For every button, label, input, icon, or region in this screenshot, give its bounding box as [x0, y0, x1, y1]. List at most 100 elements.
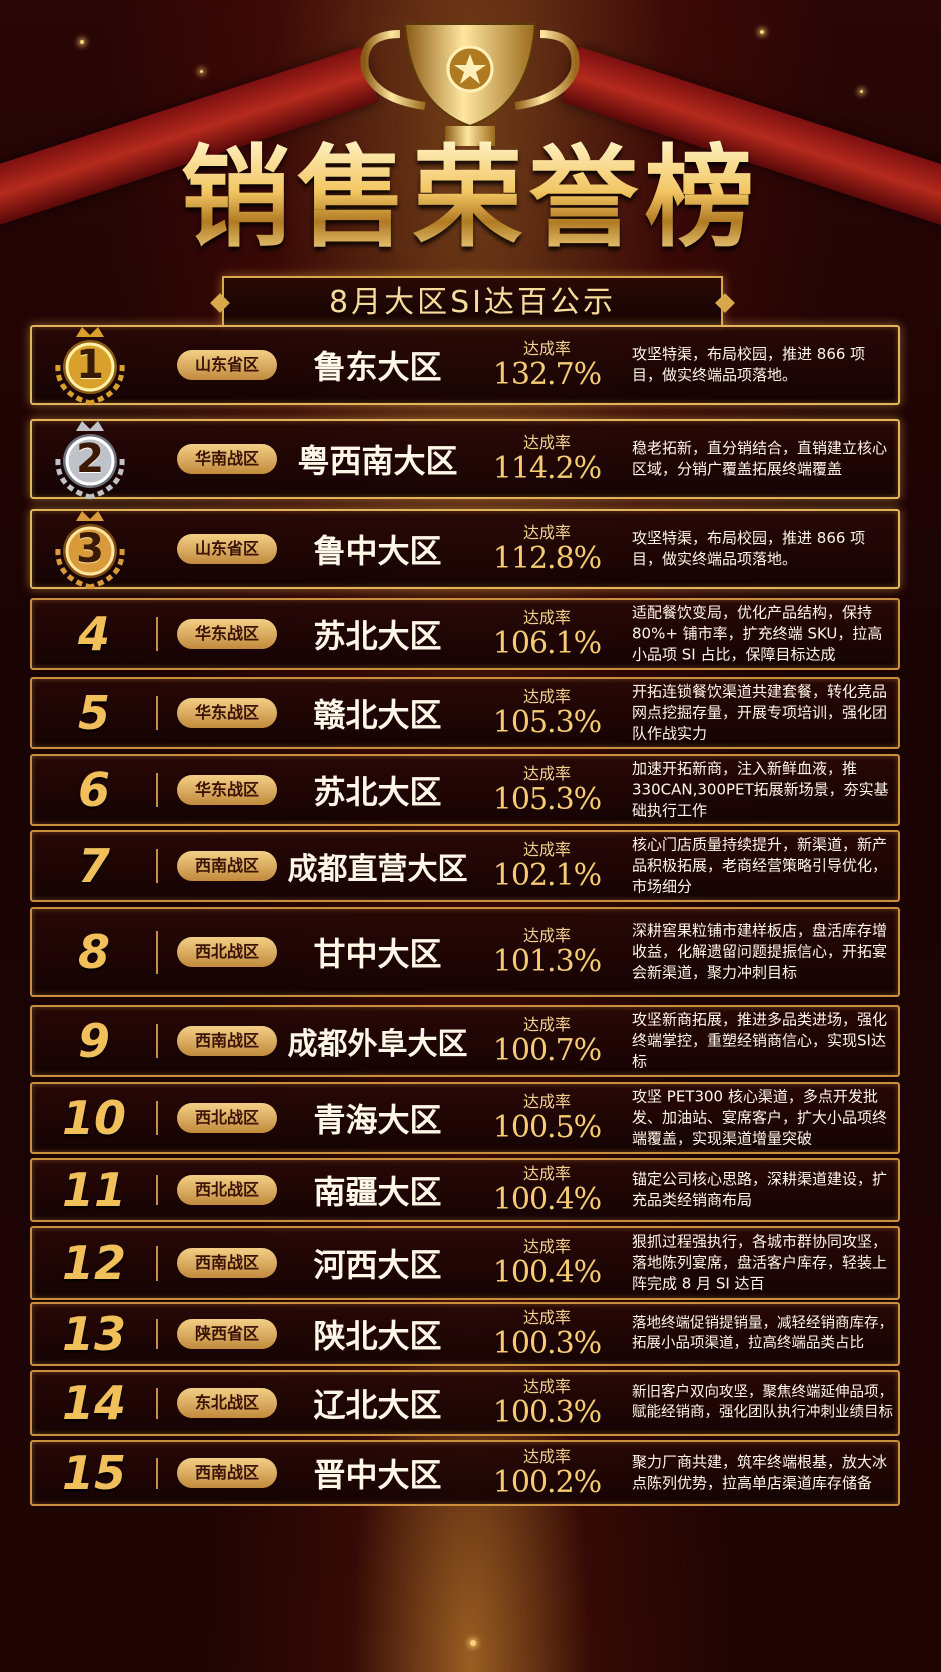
region-name: 鲁中大区 — [313, 532, 442, 570]
rate-label: 达成率 — [522, 339, 571, 358]
rate-label: 达成率 — [522, 1237, 571, 1256]
sparkle-decoration — [80, 40, 84, 44]
sparkle-decoration — [200, 70, 203, 73]
achievement-rate: 114.2% — [492, 451, 602, 486]
rate-label: 达成率 — [522, 840, 571, 859]
ranking-row: 10 西北战区 青海大区 达成率 100.5% 攻坚 PET300 核心渠道，多… — [30, 1082, 900, 1154]
region-name: 南疆大区 — [313, 1173, 442, 1211]
district-tag: 华东战区 — [177, 775, 277, 805]
district-tag: 西北战区 — [177, 1103, 277, 1133]
ranking-row: 6 华东战区 苏北大区 达成率 105.3% 加速开拓新商，注入新鲜血液，推33… — [30, 754, 900, 826]
row-description: 聚力厂商共建，筑牢终端根基，放大冰点陈列优势，拉高单店渠道库存储备 — [632, 1453, 888, 1492]
achievement-rate: 105.3% — [492, 782, 602, 817]
achievement-rate: 100.3% — [492, 1395, 602, 1430]
rank-number: 6 — [77, 763, 110, 817]
achievement-rate: 100.5% — [492, 1110, 602, 1145]
rank-divider — [156, 773, 158, 807]
honor-board-page: 销售荣誉榜 8月大区SI达百公示 1 山东省区 鲁东大区 达成率 132.7% … — [0, 0, 941, 1672]
row-description: 稳老拓新，直分销结合，直销建立核心区域，分销广覆盖拓展终端覆盖 — [632, 439, 888, 478]
page-subtitle: 8月大区SI达百公示 — [329, 285, 616, 320]
rank-divider — [156, 696, 158, 730]
achievement-rate: 100.2% — [492, 1465, 602, 1500]
region-name: 苏北大区 — [313, 617, 442, 655]
rank-number: 3 — [76, 526, 104, 572]
district-tag: 山东省区 — [177, 350, 277, 380]
row-description: 核心门店质量持续提升，新渠道，新产品积极拓展，老商经营策略引导优化，市场细分 — [632, 835, 888, 896]
ranking-row: 14 东北战区 辽北大区 达成率 100.3% 新旧客户双向攻坚，聚焦终端延伸品… — [30, 1370, 900, 1436]
region-name: 甘中大区 — [313, 935, 442, 973]
row-description: 落地终端促销提销量，减轻经销商库存，拓展小品项渠道，拉高终端品类占比 — [632, 1315, 893, 1351]
row-description: 攻坚新商拓展，推进多品类进场，强化终端掌控，重塑经销商信心，实现SI达标 — [632, 1010, 888, 1071]
row-description: 攻坚 PET300 核心渠道，多点开发批发、加油站、宴席客户，扩大小品项终端覆盖… — [632, 1087, 888, 1148]
row-description: 攻坚特渠，布局校园，推进 866 项目，做实终端品项落地。 — [632, 345, 866, 384]
region-name: 晋中大区 — [313, 1456, 442, 1494]
region-name: 粤西南大区 — [297, 442, 458, 480]
region-name: 鲁东大区 — [313, 348, 442, 386]
rate-label: 达成率 — [522, 1015, 571, 1034]
rank-number: 4 — [77, 607, 110, 661]
rank-divider — [156, 1387, 158, 1419]
achievement-rate: 100.7% — [492, 1033, 602, 1068]
achievement-rate: 112.8% — [492, 541, 602, 576]
rank-number: 12 — [61, 1236, 126, 1290]
sparkle-decoration — [760, 30, 764, 34]
district-tag: 西北战区 — [177, 1175, 277, 1205]
ranking-row: 4 华东战区 苏北大区 达成率 106.1% 适配餐饮变局，优化产品结构，保持 … — [30, 598, 900, 670]
row-description: 新旧客户双向攻坚，聚焦终端延伸品项，赋能经销商，强化团队执行冲刺业绩目标 — [632, 1384, 893, 1420]
rank-number: 8 — [77, 925, 110, 979]
rank-number: 1 — [76, 342, 104, 388]
rank-number: 14 — [61, 1376, 126, 1430]
achievement-rate: 102.1% — [492, 858, 602, 893]
sparkle-decoration — [860, 90, 863, 93]
ranking-row: 1 山东省区 鲁东大区 达成率 132.7% 攻坚特渠，布局校园，推进 866 … — [30, 325, 900, 406]
rate-label: 达成率 — [522, 523, 571, 542]
rank-number: 2 — [76, 436, 104, 482]
achievement-rate: 132.7% — [492, 357, 602, 392]
ranking-row: 3 山东省区 鲁中大区 达成率 112.8% 攻坚特渠，布局校园，推进 866 … — [30, 509, 900, 590]
rank-divider — [156, 617, 158, 651]
region-name: 苏北大区 — [313, 773, 442, 811]
region-name: 辽北大区 — [313, 1386, 442, 1424]
achievement-rate: 100.3% — [492, 1326, 602, 1361]
row-description: 攻坚特渠，布局校园，推进 866 项目，做实终端品项落地。 — [632, 529, 866, 568]
achievement-rate: 101.3% — [492, 944, 602, 979]
rate-label: 达成率 — [522, 1447, 571, 1466]
rank-divider — [156, 1319, 158, 1349]
rank-number: 7 — [77, 839, 110, 893]
ranking-row: 12 西南战区 河西大区 达成率 100.4% 狠抓过程强执行，各城市群协同攻坚… — [30, 1226, 900, 1300]
rate-label: 达成率 — [522, 926, 571, 945]
rank-number: 5 — [77, 686, 110, 740]
district-tag: 山东省区 — [177, 534, 277, 564]
ranking-row: 15 西南战区 晋中大区 达成率 100.2% 聚力厂商共建，筑牢终端根基，放大… — [30, 1440, 900, 1506]
district-tag: 西南战区 — [177, 1026, 277, 1056]
row-description: 深耕窖果粒铺市建样板店，盘活库存增收益，化解遗留问题提振信心，开拓宴会新渠道，聚… — [632, 921, 888, 982]
district-tag: 西南战区 — [177, 851, 277, 881]
sparkle-decoration — [470, 1640, 476, 1646]
rank-divider — [156, 1175, 158, 1205]
row-description: 加速开拓新商，注入新鲜血液，推330CAN,300PET拓展新场景，夯实基础执行… — [632, 759, 889, 820]
rate-label: 达成率 — [522, 1308, 571, 1327]
achievement-rate: 100.4% — [492, 1255, 602, 1290]
district-tag: 东北战区 — [177, 1388, 277, 1418]
ranking-row: 13 陕西省区 陕北大区 达成率 100.3% 落地终端促销提销量，减轻经销商库… — [30, 1302, 900, 1366]
rate-label: 达成率 — [522, 687, 571, 706]
district-tag: 华南战区 — [177, 444, 277, 474]
row-description: 开拓连锁餐饮渠道共建套餐，转化竞品网点挖掘存量，开展专项培训，强化团队作战实力 — [632, 682, 888, 743]
rate-label: 达成率 — [522, 1164, 571, 1183]
row-description: 狠抓过程强执行，各城市群协同攻坚，落地陈列宴席，盘活客户库存，轻装上阵完成 8 … — [632, 1232, 888, 1293]
rate-label: 达成率 — [522, 433, 571, 452]
district-tag: 华东战区 — [177, 619, 277, 649]
ranking-row: 11 西北战区 南疆大区 达成率 100.4% 锚定公司核心思路，深耕渠道建设，… — [30, 1158, 900, 1222]
ranking-row: 9 西南战区 成都外阜大区 达成率 100.7% 攻坚新商拓展，推进多品类进场，… — [30, 1005, 900, 1077]
district-tag: 西北战区 — [177, 937, 277, 967]
achievement-rate: 106.1% — [492, 626, 602, 661]
row-description: 适配餐饮变局，优化产品结构，保持 80%+ 铺市率，扩充终端 SKU，拉高小品项… — [632, 603, 883, 664]
region-name: 陕北大区 — [313, 1317, 442, 1355]
ranking-row: 5 华东战区 赣北大区 达成率 105.3% 开拓连锁餐饮渠道共建套餐，转化竞品… — [30, 677, 900, 749]
rank-divider — [156, 930, 158, 974]
page-title: 销售荣誉榜 — [0, 138, 941, 258]
region-name: 青海大区 — [313, 1101, 442, 1139]
row-description: 锚定公司核心思路，深耕渠道建设，扩充品类经销商布局 — [632, 1170, 888, 1209]
ranking-row: 7 西南战区 成都直营大区 达成率 102.1% 核心门店质量持续提升，新渠道，… — [30, 830, 900, 902]
rank-number: 10 — [61, 1091, 126, 1145]
